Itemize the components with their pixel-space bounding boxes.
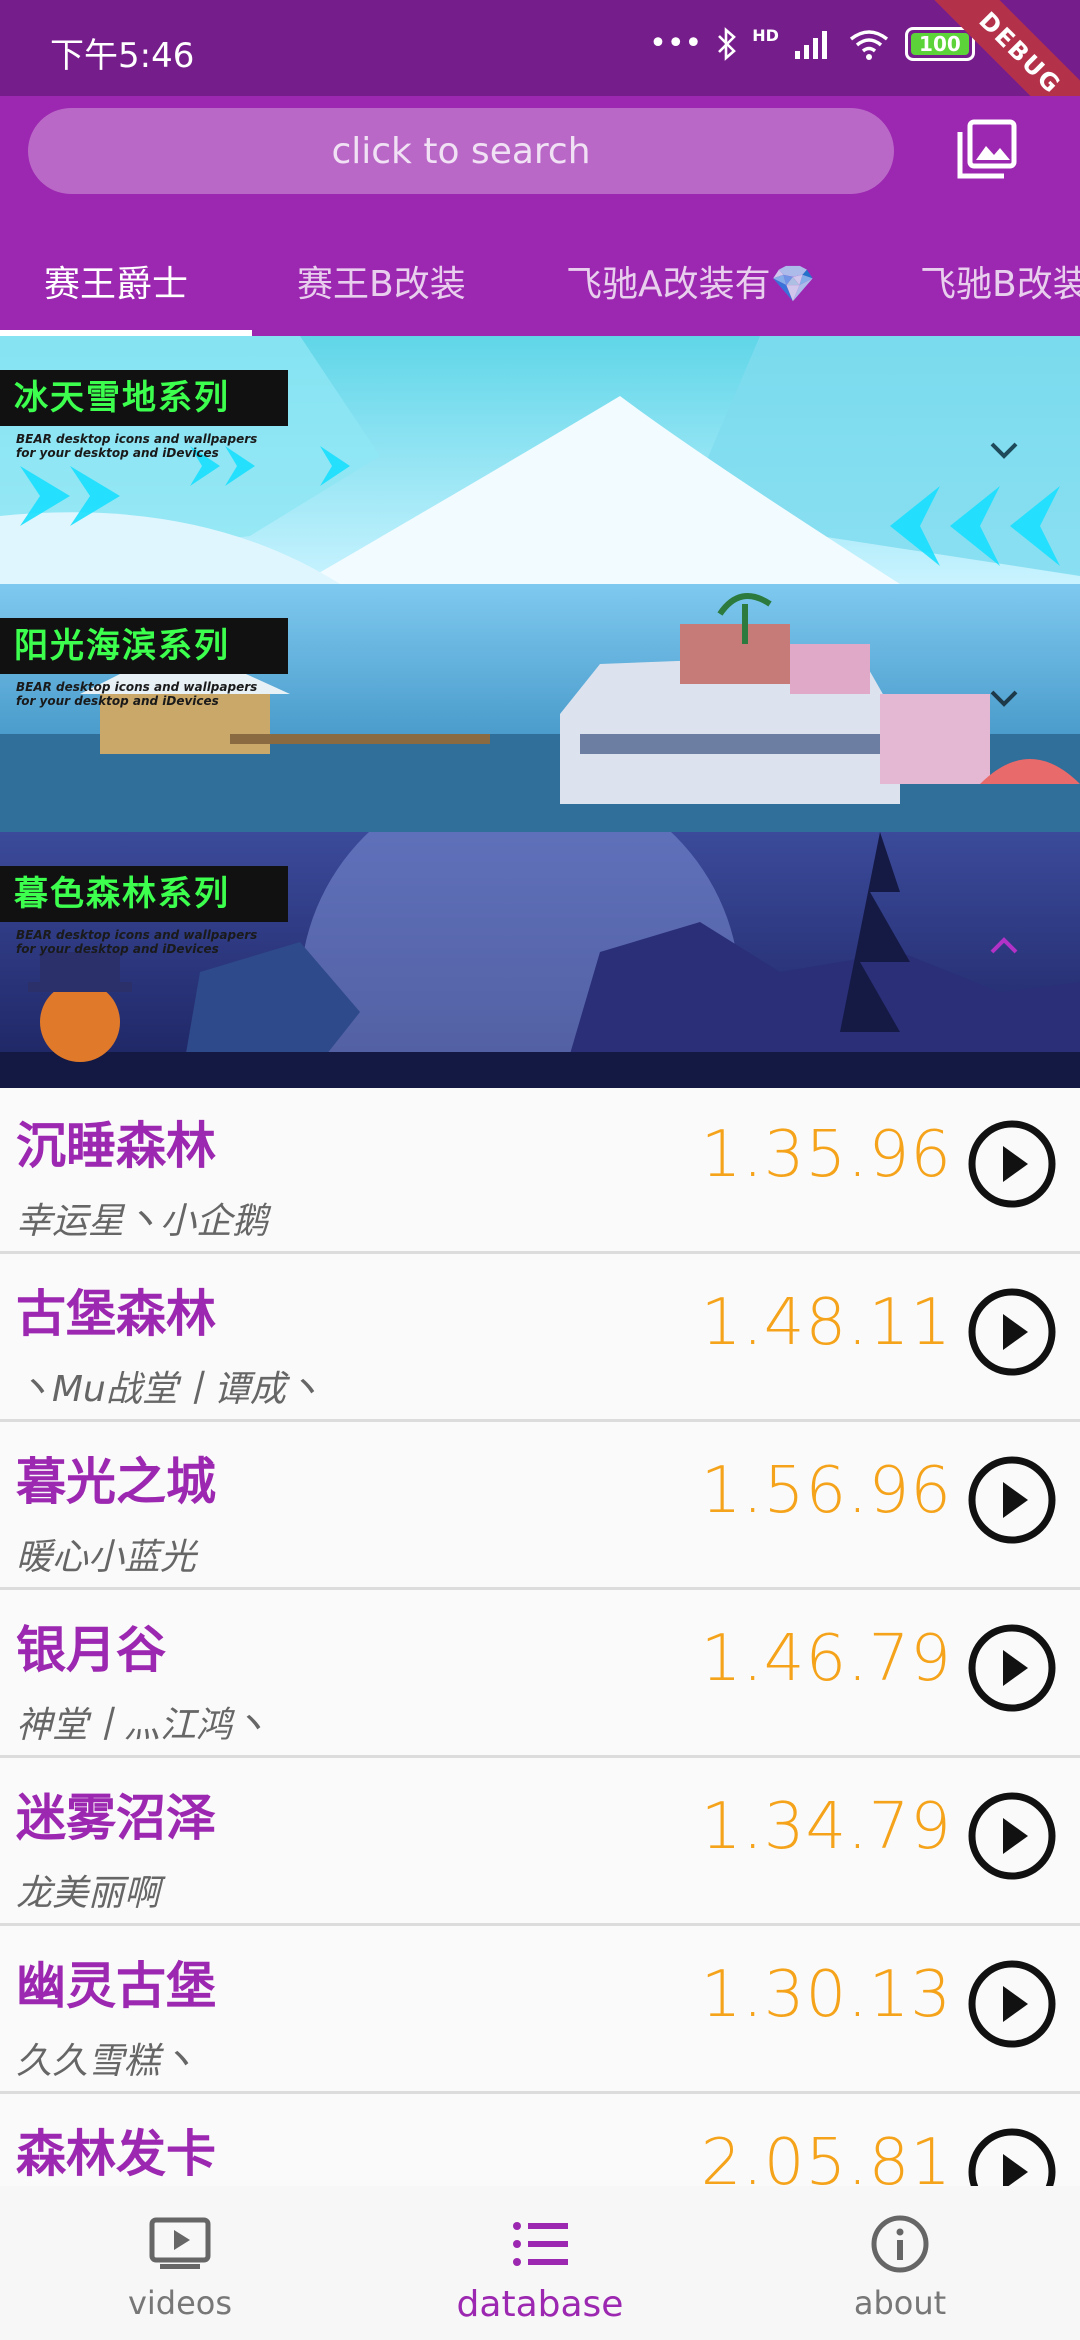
play-icon[interactable] xyxy=(966,1286,1058,1378)
record-time: 1.30.13 xyxy=(700,1958,952,2032)
banner-ice-title: 冰天雪地系列 xyxy=(0,370,288,426)
wifi-icon xyxy=(849,29,888,60)
banner-forest[interactable]: 暮色森林系列 BEAR desktop icons and wallpapers… xyxy=(0,832,1080,1088)
banner-forest-title: 暮色森林系列 xyxy=(0,866,288,922)
banner-forest-subtitle-line1: BEAR desktop icons and wallpapers xyxy=(16,928,258,942)
list-item[interactable]: 暮光之城 暖心小蓝光 1.56.96 xyxy=(0,1424,1080,1590)
record-time: 1.46.79 xyxy=(700,1622,952,1696)
tab-saiwang-b[interactable]: 赛王B改装 xyxy=(297,226,466,336)
play-icon[interactable] xyxy=(966,1790,1058,1882)
more-dots-icon: ••• xyxy=(649,26,703,61)
chevron-down-icon[interactable] xyxy=(984,678,1024,718)
play-icon[interactable] xyxy=(966,1622,1058,1714)
record-time: 1.56.96 xyxy=(700,1454,952,1528)
track-name: 银月谷 xyxy=(16,1621,166,1679)
list-item[interactable]: 幽灵古堡 久久雪糕丶 1.30.13 xyxy=(0,1928,1080,2094)
banner-beach-subtitle: BEAR desktop icons and wallpapers for yo… xyxy=(16,680,257,708)
gallery-icon[interactable] xyxy=(956,118,1018,180)
player-name: 神堂丨灬江鸿丶 xyxy=(16,1705,269,1746)
signal-icon xyxy=(794,30,827,59)
record-time: 1.34.79 xyxy=(700,1790,952,1864)
nav-about[interactable]: about xyxy=(720,2186,1080,2340)
track-name: 迷雾沼泽 xyxy=(16,1789,216,1847)
banner-ice-subtitle-line2: for your desktop and iDevices xyxy=(16,446,219,460)
list-item[interactable]: 森林发卡 2.05.81 xyxy=(0,2096,1080,2186)
player-name: 幸运星丶小企鹅 xyxy=(16,1201,269,1242)
track-name: 暮光之城 xyxy=(16,1453,216,1511)
list-icon xyxy=(513,2222,568,2266)
play-icon[interactable] xyxy=(966,2126,1058,2186)
tab-feichi-a[interactable]: 飞驰A改装有💎 xyxy=(566,226,815,336)
status-icons: ••• HD 100 ⚡ xyxy=(649,26,1010,61)
banner-forest-subtitle-line2: for your desktop and iDevices xyxy=(16,942,219,956)
play-icon[interactable] xyxy=(966,1118,1058,1210)
banner-beach-subtitle-line1: BEAR desktop icons and wallpapers xyxy=(16,680,258,694)
video-icon xyxy=(149,2217,211,2269)
banner-ice-subtitle: BEAR desktop icons and wallpapers for yo… xyxy=(16,432,257,460)
chevron-down-icon[interactable] xyxy=(984,430,1024,470)
app-bar: click to search 赛王爵士 赛王B改装 飞驰A改装有💎 飞驰B改装 xyxy=(0,96,1080,336)
bottom-navigation: videos database about xyxy=(0,2186,1080,2340)
record-time: 1.35.96 xyxy=(700,1118,952,1192)
player-name: 龙美丽啊 xyxy=(16,1873,161,1914)
info-icon xyxy=(871,2215,929,2273)
battery-level: 100 xyxy=(919,31,961,56)
track-name: 幽灵古堡 xyxy=(16,1957,216,2015)
list-item[interactable]: 迷雾沼泽 龙美丽啊 1.34.79 xyxy=(0,1760,1080,1926)
track-name: 森林发卡 xyxy=(16,2125,216,2183)
record-time: 2.05.81 xyxy=(700,2126,952,2186)
banner-beach-subtitle-line2: for your desktop and iDevices xyxy=(16,694,219,708)
tab-bar: 赛王爵士 赛王B改装 飞驰A改装有💎 飞驰B改装 xyxy=(0,226,1080,336)
play-icon[interactable] xyxy=(966,1454,1058,1546)
list-item[interactable]: 古堡森林 丶Mu战堂丨谭成丶 1.48.11 xyxy=(0,1256,1080,1422)
list-item[interactable]: 银月谷 神堂丨灬江鸿丶 1.46.79 xyxy=(0,1592,1080,1758)
search-input[interactable]: click to search xyxy=(28,108,894,194)
status-bar: 下午5:46 ••• HD 100 ⚡ DEBUG xyxy=(0,0,1080,155)
banner-ice[interactable]: 冰天雪地系列 BEAR desktop icons and wallpapers… xyxy=(0,336,1080,584)
nav-videos[interactable]: videos xyxy=(0,2186,360,2340)
track-name: 沉睡森林 xyxy=(16,1117,216,1175)
status-time: 下午5:46 xyxy=(50,36,195,76)
nav-videos-label: videos xyxy=(127,2284,233,2322)
banner-beach[interactable]: 阳光海滨系列 BEAR desktop icons and wallpapers… xyxy=(0,584,1080,832)
list-item[interactable]: 沉睡森林 幸运星丶小企鹅 1.35.96 xyxy=(0,1088,1080,1254)
player-name: 久久雪糕丶 xyxy=(16,2041,197,2082)
bluetooth-icon xyxy=(718,26,737,61)
track-name: 古堡森林 xyxy=(16,1285,216,1343)
signal-hd-label: HD xyxy=(752,26,779,45)
nav-database-label: database xyxy=(456,2284,624,2325)
banner-ice-subtitle-line1: BEAR desktop icons and wallpapers xyxy=(16,432,258,446)
player-name: 暖心小蓝光 xyxy=(16,1537,197,1578)
banner-forest-subtitle: BEAR desktop icons and wallpapers for yo… xyxy=(16,928,257,956)
chevron-up-icon[interactable] xyxy=(984,926,1024,966)
battery-icon: 100 xyxy=(904,26,975,61)
nav-database[interactable]: database xyxy=(360,2186,720,2340)
track-list: 沉睡森林 幸运星丶小企鹅 1.35.96 古堡森林 丶Mu战堂丨谭成丶 1.48… xyxy=(0,1088,1080,2186)
banner-beach-title: 阳光海滨系列 xyxy=(0,618,288,674)
tab-feichi-b[interactable]: 飞驰B改装 xyxy=(920,226,1080,336)
nav-about-label: about xyxy=(853,2284,947,2322)
record-time: 1.48.11 xyxy=(700,1286,952,1360)
play-icon[interactable] xyxy=(966,1958,1058,2050)
player-name: 丶Mu战堂丨谭成丶 xyxy=(16,1369,322,1410)
tab-saiwang-jueshi[interactable]: 赛王爵士 xyxy=(44,226,188,336)
